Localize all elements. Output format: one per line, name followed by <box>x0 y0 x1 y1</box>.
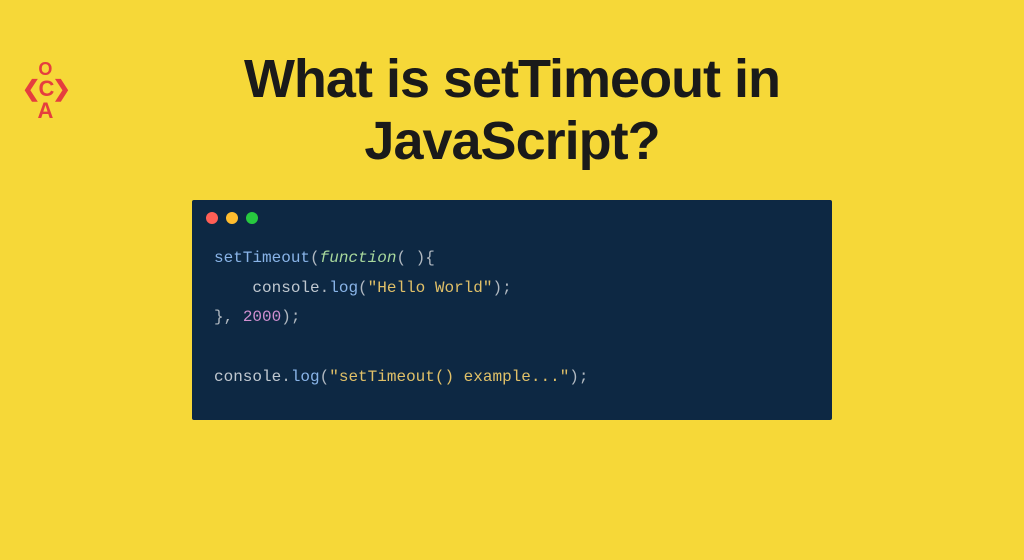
code-block: setTimeout(function( ){ console.log("Hel… <box>192 232 832 392</box>
brand-logo: O ❮C❯ A <box>22 60 69 122</box>
code-token: console <box>252 279 319 297</box>
code-token: setTimeout <box>214 249 310 267</box>
code-token: ; <box>502 279 512 297</box>
window-titlebar <box>192 200 832 232</box>
code-token: function <box>320 249 397 267</box>
page-title: What is setTimeout in JavaScript? <box>0 48 1024 172</box>
code-token: ) <box>281 308 291 326</box>
code-token: console <box>214 368 281 386</box>
maximize-icon <box>246 212 258 224</box>
title-line-2: JavaScript? <box>364 111 659 171</box>
code-token: log <box>291 368 320 386</box>
code-token: "setTimeout() example..." <box>329 368 569 386</box>
code-token: ( ) <box>396 249 425 267</box>
code-token: ( <box>358 279 368 297</box>
minimize-icon <box>226 212 238 224</box>
code-token <box>214 279 252 297</box>
code-token: 2000 <box>243 308 281 326</box>
close-icon <box>206 212 218 224</box>
code-token: ; <box>579 368 589 386</box>
code-token: "Hello World" <box>368 279 493 297</box>
code-token: ; <box>291 308 301 326</box>
logo-bottom: A <box>22 100 69 122</box>
code-token: } <box>214 308 224 326</box>
code-token: ( <box>320 368 330 386</box>
code-token: log <box>329 279 358 297</box>
code-token: , <box>224 308 243 326</box>
code-token: { <box>425 249 435 267</box>
code-window: setTimeout(function( ){ console.log("Hel… <box>192 200 832 420</box>
logo-middle: ❮C❯ <box>22 78 69 100</box>
title-line-1: What is setTimeout in <box>244 49 780 109</box>
code-token: ) <box>569 368 579 386</box>
code-token: ) <box>492 279 502 297</box>
code-token: ( <box>310 249 320 267</box>
code-token: . <box>320 279 330 297</box>
code-token: . <box>281 368 291 386</box>
